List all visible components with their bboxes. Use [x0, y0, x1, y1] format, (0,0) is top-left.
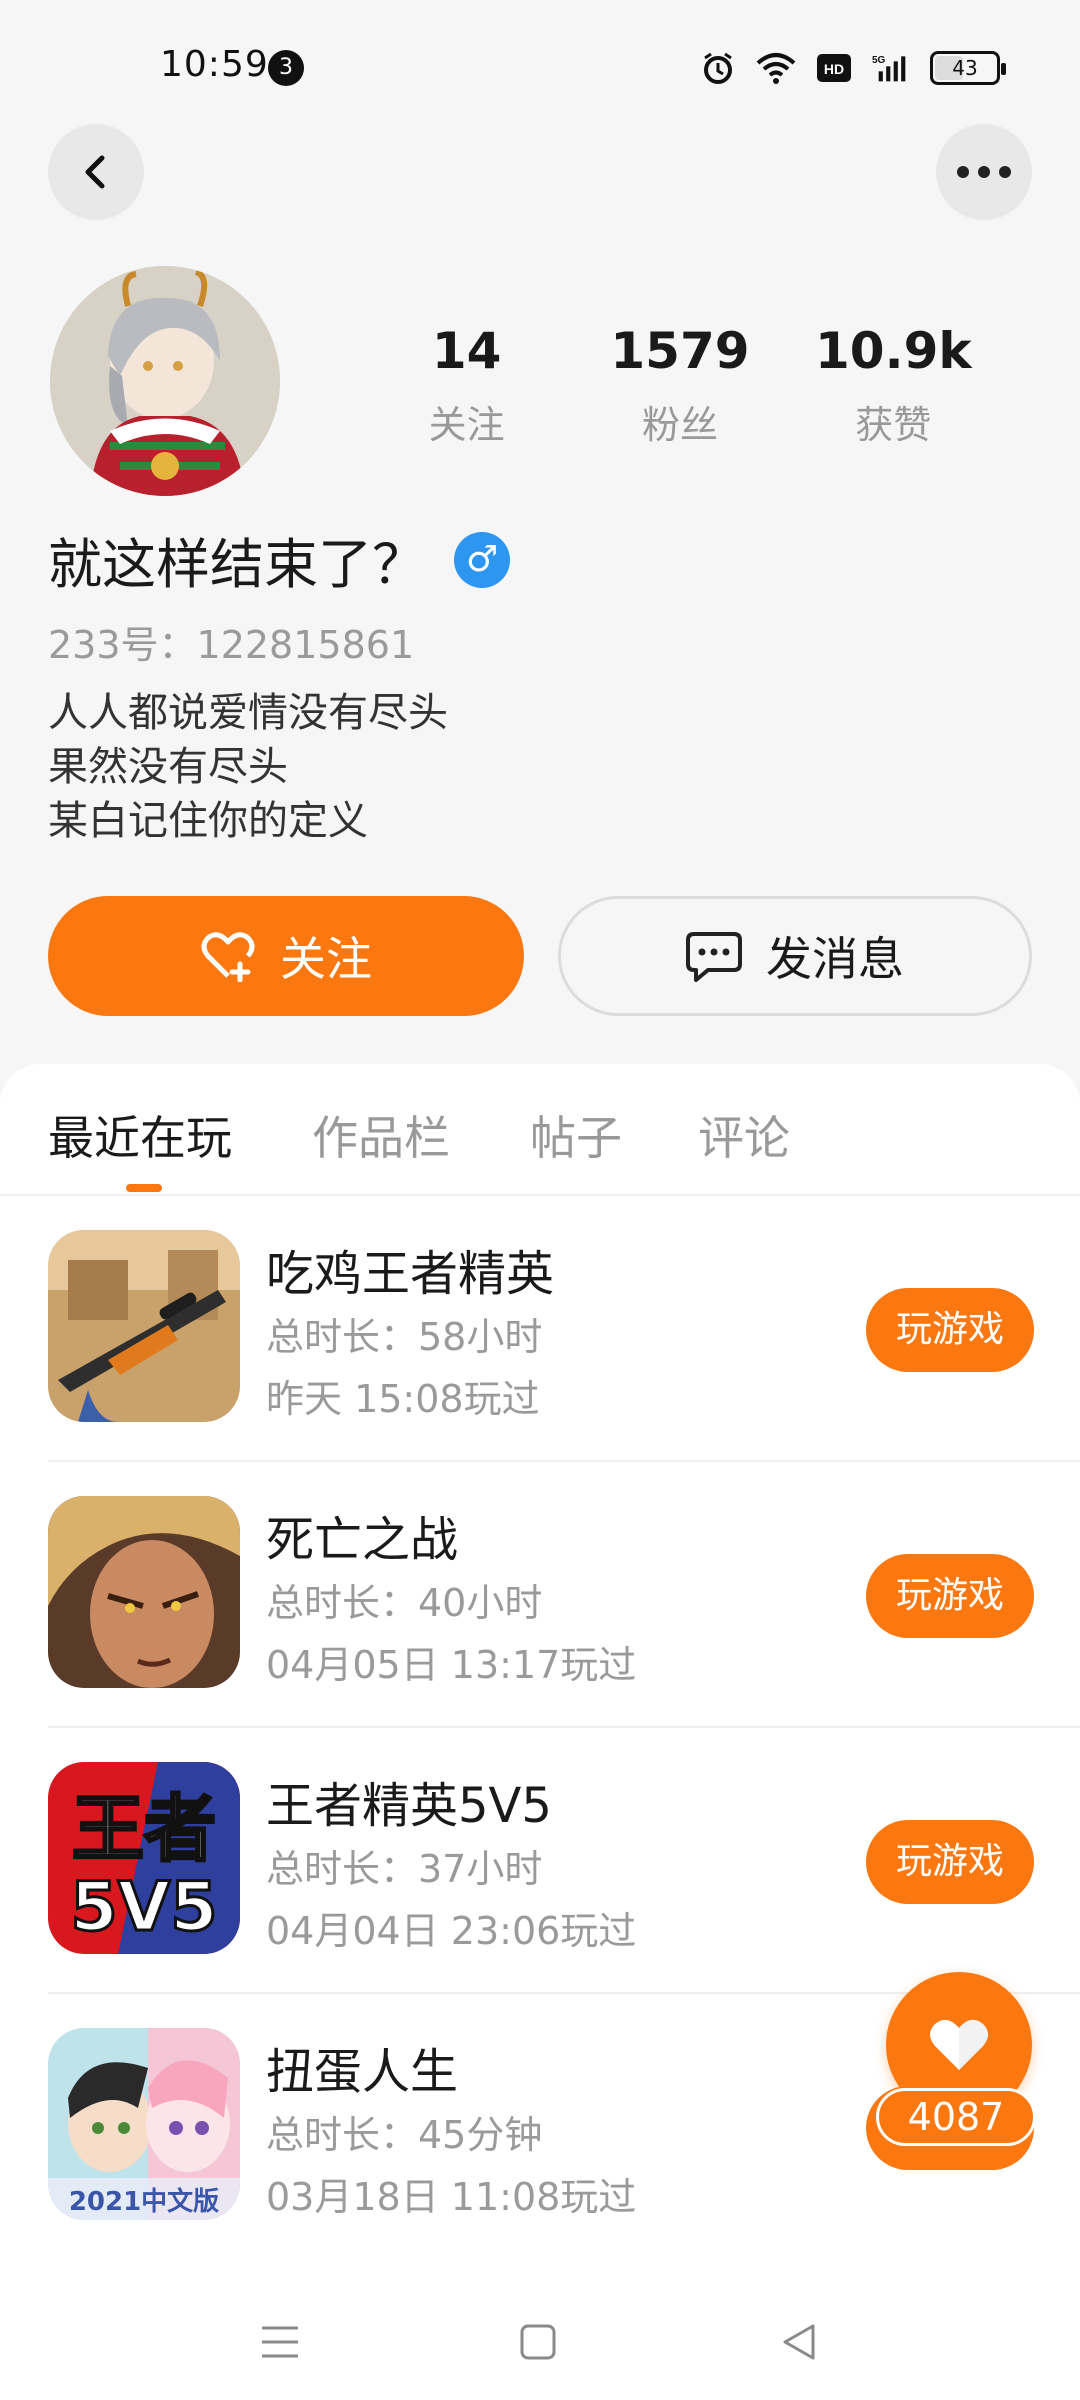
status-icons: HD 5G 43 [698, 48, 1006, 88]
svg-text:HD: HD [824, 61, 844, 77]
game-duration: 总时长：40小时 [266, 1581, 543, 1625]
icon-text-top: 王者 [72, 1787, 216, 1871]
game-duration: 总时长：58小时 [266, 1315, 543, 1359]
bio-line: 果然没有尽头 [48, 744, 288, 790]
game-item[interactable]: 吃鸡王者精英 总时长：58小时 昨天 15:08玩过 玩游戏 [0, 1196, 1080, 1462]
stat-likes[interactable]: 10.9k 获赞 [793, 322, 993, 449]
icon-text-bottom: 5V5 [70, 1868, 217, 1947]
game-icon-death-war [48, 1496, 240, 1688]
back-button[interactable] [48, 124, 144, 220]
notification-count-badge: 3 [268, 50, 304, 86]
icon-text: 2021中文版 [69, 2186, 219, 2217]
alarm-icon [698, 48, 738, 88]
active-tab-indicator [126, 1184, 162, 1192]
send-message-label: 发消息 [766, 932, 904, 986]
status-time: 10:59 [160, 44, 269, 85]
game-icon-5v5: 王者 5V5 [48, 1762, 240, 1954]
game-duration: 总时长：45分钟 [266, 2113, 543, 2157]
tab-posts[interactable]: 帖子 [530, 1102, 622, 1168]
5g-signal-icon: 5G [872, 48, 912, 88]
tab-recently-played[interactable]: 最近在玩 [48, 1102, 232, 1168]
nickname-row: 就这样结束了？ ♂ [48, 520, 510, 599]
battery-icon: 43 [930, 51, 1006, 85]
play-game-button[interactable]: 玩游戏 [866, 1554, 1034, 1638]
follow-button[interactable]: 关注 [48, 896, 524, 1016]
bio-line: 某白记住你的定义 [48, 798, 368, 844]
hd-icon: HD [814, 48, 854, 88]
male-gender-icon: ♂ [454, 531, 510, 588]
profile-stats: 14 关注 1579 粉丝 10.9k 获赞 [360, 322, 1000, 449]
game-name: 扭蛋人生 [266, 2044, 459, 2100]
stat-value: 14 [431, 322, 502, 380]
stat-following[interactable]: 14 关注 [367, 322, 567, 449]
stat-fans[interactable]: 1579 粉丝 [580, 322, 780, 449]
tab-works[interactable]: 作品栏 [312, 1102, 450, 1168]
game-last-played: 04月04日 23:06玩过 [266, 1909, 637, 1953]
heart-add-icon [201, 932, 255, 982]
more-dots-icon [957, 166, 1011, 178]
profile-page: 10:59 3 HD 5G 43 14 关注 1579 粉丝 10.9k 获赞 … [0, 0, 1080, 2400]
stat-value: 10.9k [815, 322, 972, 380]
nickname: 就这样结束了？ [48, 533, 426, 596]
home-square-icon[interactable] [516, 2320, 560, 2364]
wifi-icon [756, 48, 796, 88]
stat-value: 1579 [610, 322, 750, 380]
game-name: 吃鸡王者精英 [266, 1246, 555, 1302]
stat-label: 关注 [428, 403, 505, 447]
game-name: 死亡之战 [266, 1512, 459, 1568]
menu-icon[interactable] [258, 2320, 302, 2364]
send-message-button[interactable]: 发消息 [558, 896, 1032, 1016]
like-count-badge: 4087 [876, 2088, 1036, 2146]
game-icon-pubg-elite [48, 1230, 240, 1422]
game-name: 王者精英5V5 [266, 1778, 552, 1834]
user-id: 233号：122815861 [48, 623, 415, 667]
play-game-button[interactable]: 玩游戏 [866, 1820, 1034, 1904]
content-panel: 最近在玩 作品栏 帖子 评论 吃鸡王者精英 总时长：58小时 昨天 15:08玩… [0, 1064, 1080, 2400]
tab-bar: 最近在玩 作品栏 帖子 评论 [0, 1064, 1080, 1196]
follow-label: 关注 [280, 932, 372, 986]
back-triangle-icon[interactable] [776, 2320, 820, 2364]
bio-line: 人人都说爱情没有尽头 [48, 690, 448, 736]
game-item[interactable]: 死亡之战 总时长：40小时 04月05日 13:17玩过 玩游戏 [0, 1462, 1080, 1728]
avatar[interactable] [50, 266, 280, 496]
stat-label: 粉丝 [641, 403, 718, 447]
heart-icon [930, 2019, 988, 2070]
svg-text:5G: 5G [872, 55, 886, 66]
tab-comments[interactable]: 评论 [698, 1102, 790, 1168]
game-duration: 总时长：37小时 [266, 1847, 543, 1891]
more-options-button[interactable] [936, 124, 1032, 220]
bio: 人人都说爱情没有尽头 果然没有尽头 某白记住你的定义 [48, 686, 448, 848]
chat-bubble-icon [686, 932, 742, 982]
game-icon-gacha-life: 2021中文版 [48, 2028, 240, 2220]
stat-label: 获赞 [855, 403, 932, 447]
game-last-played: 04月05日 13:17玩过 [266, 1643, 637, 1687]
game-item[interactable]: 王者 5V5 王者精英5V5 总时长：37小时 04月04日 23:06玩过 玩… [0, 1728, 1080, 1994]
system-nav-bar [0, 2280, 1080, 2400]
chevron-left-icon [85, 155, 105, 189]
status-bar: 10:59 3 HD 5G 43 [0, 0, 1080, 120]
game-last-played: 昨天 15:08玩过 [266, 1377, 540, 1421]
play-game-button[interactable]: 玩游戏 [866, 1288, 1034, 1372]
game-last-played: 03月18日 11:08玩过 [266, 2175, 637, 2219]
